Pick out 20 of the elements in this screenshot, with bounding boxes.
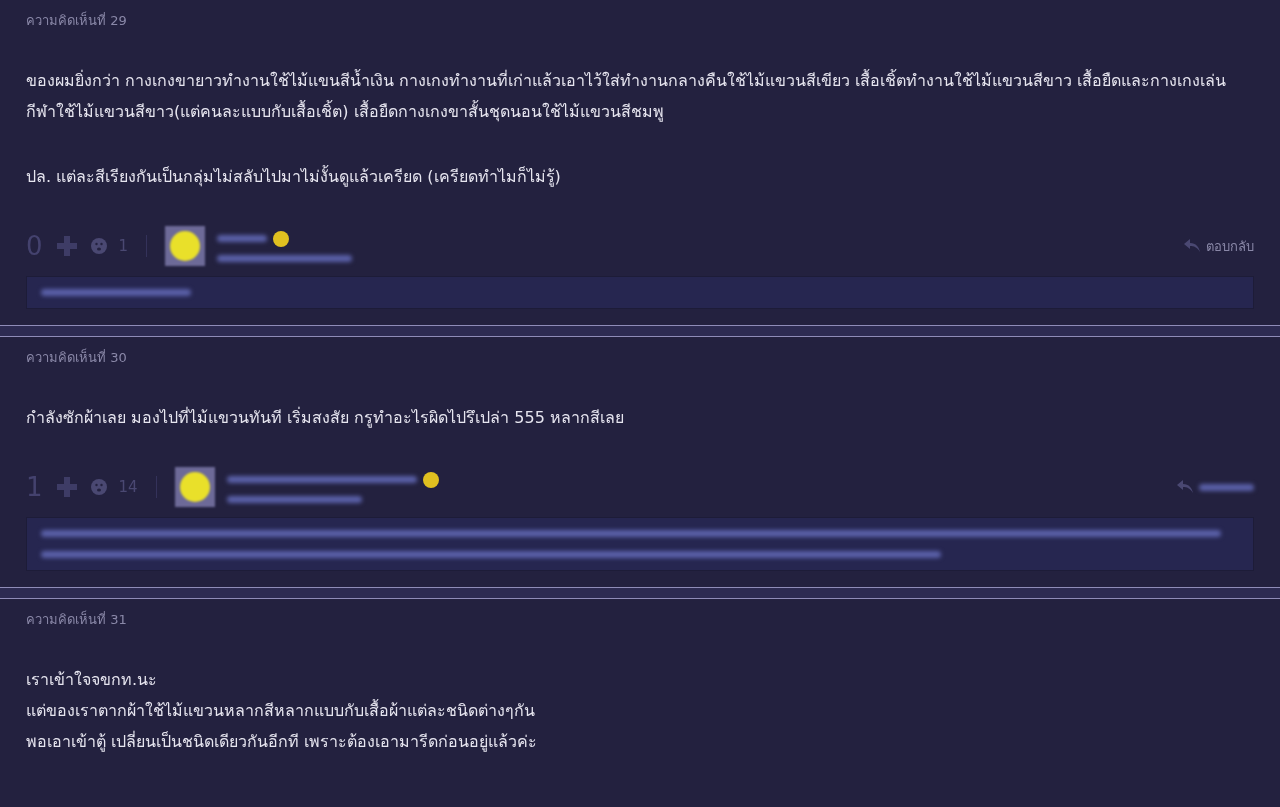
reply-icon [1177, 480, 1193, 494]
comment-number: ความคิดเห็นที่ 31 [26, 609, 128, 629]
plus-icon[interactable] [54, 475, 79, 499]
badge-icon [273, 230, 290, 247]
comment-text: ของผมยิ่งกว่า กางเกงขายาวทำงานใช้ไม้แขนสีน้ำเงิน กางเกงทำงานที่เก่าแล้วเอาไว้ใส่ทำงานกลางคืนใช้ไม้แขวนสีเขียว เสื้อเชิ้ตทำงานใช้ไม้แขวนสีขาว เสื้อยืดและกางเกงเล่นกีฬาใช้ไม้แขวนสีขาว(แต่คนละแบบกับเสื้อเชิ้ต) เสื้อยืดกางเกงขาสั้นชุดนอนใช้ไม้แขวนสีชมพู [26, 68, 1228, 124]
face-icon[interactable] [90, 479, 107, 495]
comment-text: เราเข้าใจจขกท.นะ แต่ของเราตากผ้าใช้ไม้แขวนหลากสีหลากแบบกับเสื้อผ้าแต่ละชนิดต่างๆกัน พอเอาเข้าตู้ เปลี่ยนเป็นชนิดเดียวกันอีกที เพราะต้องเอามารีดก่อนอยู่แล้วค่ะ [26, 669, 539, 754]
plus-icon[interactable] [54, 234, 79, 258]
comment-text: ปล. แต่ละสีเรียงกันเป็นกลุ่มไม่สลับไปมาไม่งั้นดูแล้วเครียด (เครียดทำไมก็ไม่รู้) [26, 164, 562, 189]
reply-link[interactable]: ตอบกลับ [1184, 235, 1254, 257]
comment-number: ความคิดเห็นที่ 30 [26, 347, 128, 367]
avatar [174, 467, 215, 507]
face-icon[interactable] [90, 238, 107, 254]
comment-text: กำลังซักผ้าเลย มองไปที่ไม้แขวนทันที เริ่มสงสัย กรูทำอะไรผิดไปรึเปล่า 555 หลากสีเลย [26, 406, 625, 430]
blurred-text [217, 235, 268, 242]
blurred-text [1199, 483, 1254, 491]
comment-number: ความคิดเห็นที่ 29 [26, 10, 128, 30]
avatar [165, 226, 206, 266]
reply-icon [1184, 239, 1200, 253]
badge-icon [422, 471, 439, 488]
